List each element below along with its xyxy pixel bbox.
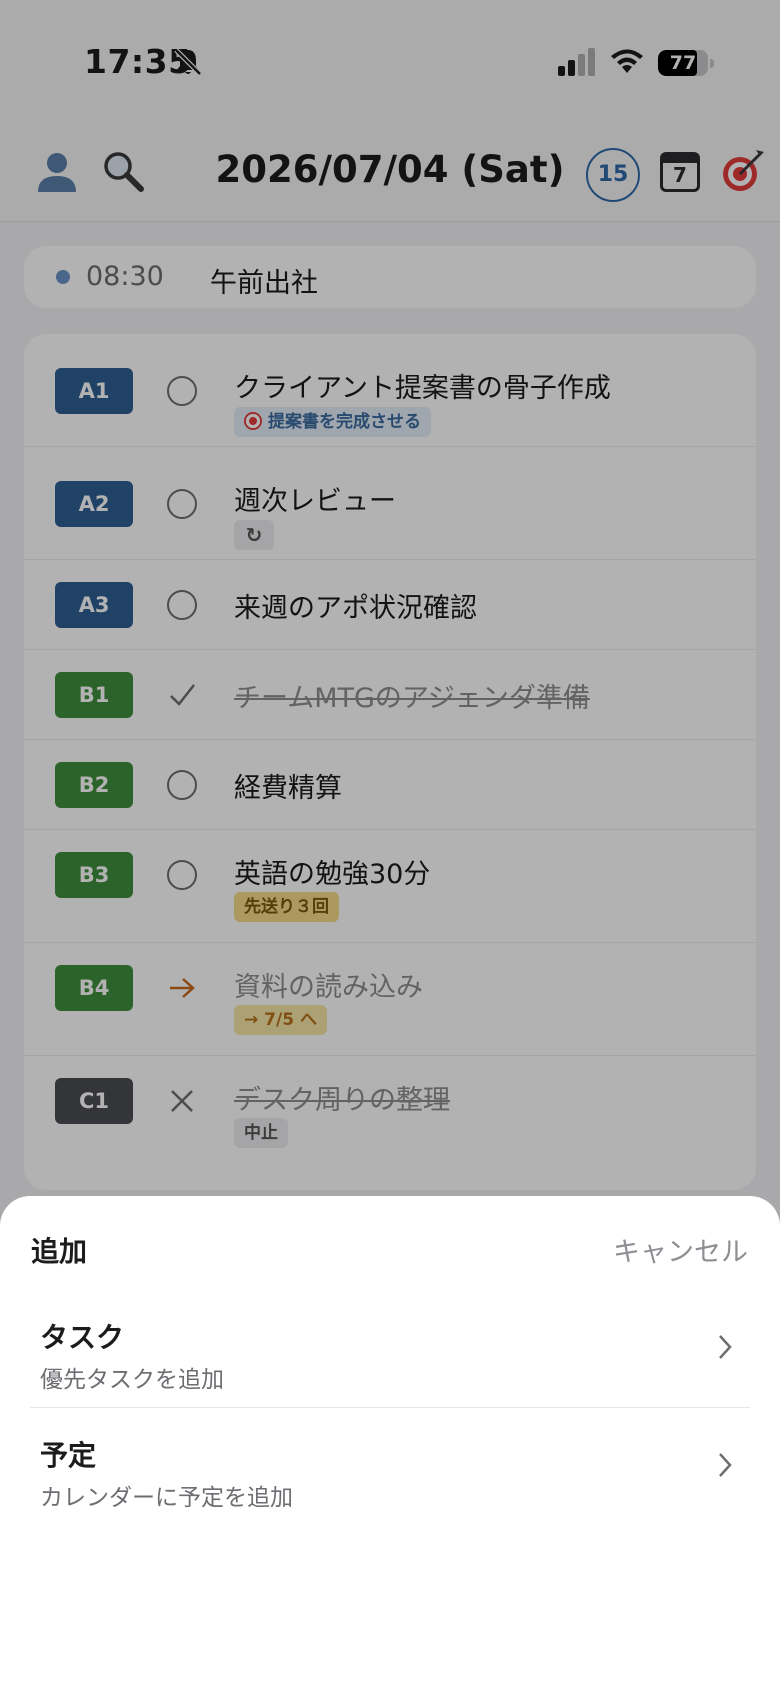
option-subtitle: 優先タスクを追加 (40, 1367, 224, 1393)
option-title: 予定 (40, 1439, 97, 1472)
option-subtitle: カレンダーに予定を追加 (40, 1485, 293, 1511)
add-event-option[interactable]: 予定 カレンダーに予定を追加 (30, 1408, 750, 1526)
sheet-title: 追加 (31, 1235, 88, 1268)
add-task-option[interactable]: タスク 優先タスクを追加 (30, 1290, 750, 1408)
cancel-button[interactable]: キャンセル (613, 1230, 748, 1269)
add-bottom-sheet: 追加 キャンセル タスク 優先タスクを追加 予定 カレンダーに予定を追加 (0, 1196, 780, 1696)
chevron-right-icon (719, 1453, 732, 1477)
option-title: タスク (40, 1321, 125, 1354)
chevron-right-icon (719, 1335, 732, 1359)
